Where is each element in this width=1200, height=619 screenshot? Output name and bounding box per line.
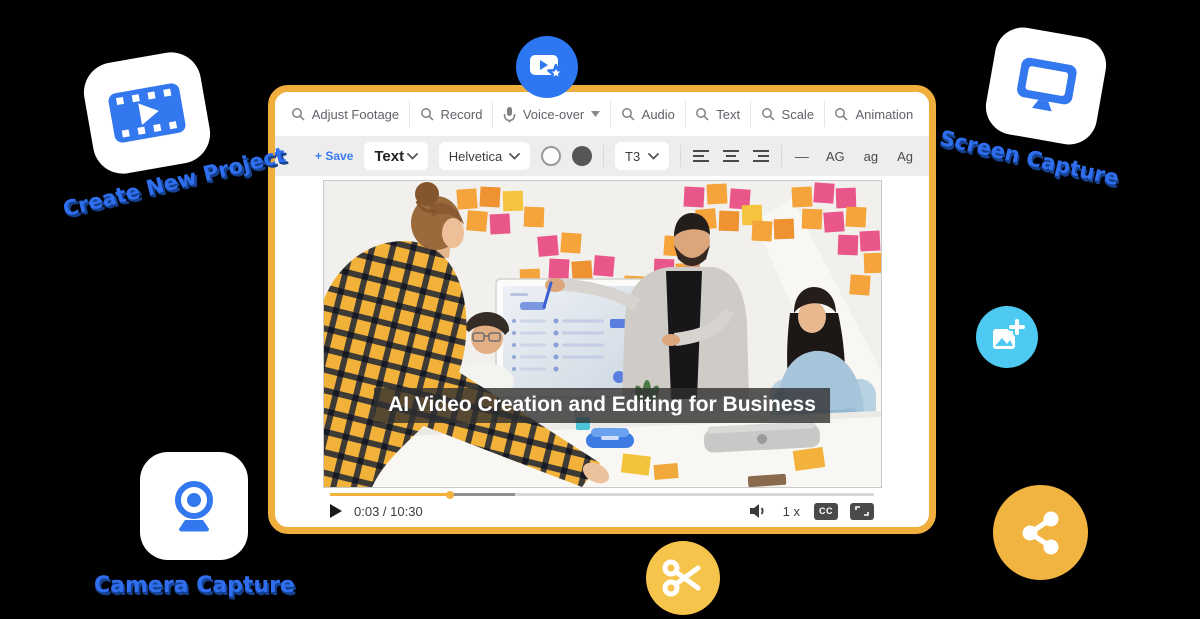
element-type-select[interactable]: Text [364, 142, 427, 170]
film-icon [107, 78, 188, 148]
chevron-down-icon [591, 111, 600, 117]
font-family-value: Helvetica [449, 149, 502, 164]
chevron-down-icon [648, 153, 659, 160]
chevron-down-icon [509, 153, 520, 160]
progress-buffered [450, 493, 515, 496]
webcam-icon [164, 476, 224, 536]
time-display: 0:03 / 10:30 [354, 504, 423, 519]
editor-window: Adjust Footage Record Voice-over Audio [268, 85, 936, 534]
save-label: Save [325, 149, 353, 163]
align-center-button[interactable] [722, 145, 741, 167]
create-project-card [79, 48, 215, 179]
promo-canvas: Adjust Footage Record Voice-over Audio [0, 0, 1200, 619]
toolbar-item-label: Scale [782, 107, 815, 122]
toolbar-item-label: Record [441, 107, 483, 122]
align-center-icon [722, 149, 740, 163]
text-format-bar: + Save Text Helvetica T3 [275, 136, 929, 176]
video-canvas: AI Video Creation and Editing for Busine… [323, 180, 882, 488]
add-image-badge [976, 306, 1038, 368]
cc-label: CC [819, 506, 833, 516]
align-right-button[interactable] [751, 145, 770, 167]
fullscreen-button[interactable] [850, 503, 874, 520]
playback-speed-button[interactable]: 1 x [783, 504, 800, 519]
toolbar-item-voice-over[interactable]: Voice-over [493, 106, 610, 123]
toolbar-item-label: Voice-over [523, 107, 584, 122]
toolbar-item-animation[interactable]: Animation [825, 107, 923, 122]
toolbar-item-label: Text [716, 107, 740, 122]
toolbar-item-label: Audio [642, 107, 675, 122]
toolbar-item-record[interactable]: Record [410, 107, 492, 122]
monitor-icon [1010, 54, 1082, 118]
color-swatch-dark[interactable] [572, 146, 592, 166]
progress-knob[interactable] [446, 491, 454, 499]
toolbar-item-scale[interactable]: Scale [751, 107, 824, 122]
video-caption: AI Video Creation and Editing for Busine… [374, 388, 830, 423]
camera-capture-card [140, 452, 248, 560]
screen-capture-card [981, 23, 1110, 149]
search-icon [695, 107, 709, 121]
case-lowercase-button[interactable]: ag [860, 149, 882, 164]
element-type-value: Text [374, 148, 404, 165]
search-icon [761, 107, 775, 121]
search-icon [291, 107, 305, 121]
text-size-value: T3 [625, 149, 640, 164]
cut-badge [646, 541, 720, 615]
search-icon [834, 107, 848, 121]
font-family-select[interactable]: Helvetica [439, 142, 530, 170]
share-badge [993, 485, 1088, 580]
case-uppercase-button[interactable]: AG [822, 149, 849, 164]
scissors-icon [660, 556, 706, 600]
video-star-icon [529, 52, 565, 82]
image-plus-icon [987, 317, 1027, 357]
toolbar-item-label: Animation [855, 107, 913, 122]
progress-bar[interactable] [330, 493, 874, 496]
case-titlecase-button[interactable]: Ag [893, 149, 917, 164]
save-button[interactable]: + Save [315, 149, 353, 163]
fullscreen-icon [855, 506, 869, 516]
divider [680, 145, 681, 167]
video-star-badge [516, 36, 578, 98]
camera-capture-label: Camera Capture [94, 573, 295, 598]
feature-toolbar: Adjust Footage Record Voice-over Audio [275, 92, 929, 136]
divider [781, 145, 782, 167]
volume-button[interactable] [749, 503, 767, 519]
search-icon [420, 107, 434, 121]
toolbar-item-adjust-footage[interactable]: Adjust Footage [281, 107, 409, 122]
progress-played [330, 493, 450, 496]
align-right-icon [752, 149, 770, 163]
chevron-down-icon [407, 153, 418, 160]
search-icon [621, 107, 635, 121]
color-swatch-white[interactable] [541, 146, 561, 166]
align-left-button[interactable] [692, 145, 711, 167]
align-left-icon [692, 149, 710, 163]
toolbar-item-text[interactable]: Text [686, 107, 750, 122]
toolbar-item-label: Adjust Footage [312, 107, 399, 122]
share-icon [1013, 505, 1069, 561]
text-size-select[interactable]: T3 [615, 142, 669, 170]
microphone-icon [503, 106, 516, 123]
no-style-button[interactable]: — [793, 148, 811, 164]
video-frame-illustration [324, 181, 881, 487]
divider [603, 145, 604, 167]
toolbar-item-audio[interactable]: Audio [611, 107, 685, 122]
captions-button[interactable]: CC [814, 503, 838, 520]
play-button[interactable] [330, 504, 342, 518]
player-controls: 0:03 / 10:30 1 x CC [330, 499, 874, 523]
